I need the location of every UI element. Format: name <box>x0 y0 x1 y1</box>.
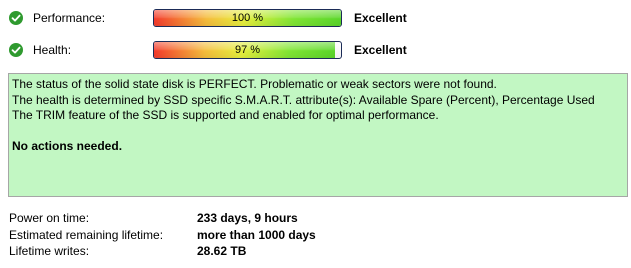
health-percent: 97 % <box>234 44 261 56</box>
health-label: Health: <box>33 43 72 57</box>
remaining-lifetime-value: more than 1000 days <box>197 228 316 242</box>
remaining-lifetime-label: Estimated remaining lifetime: <box>9 228 164 242</box>
status-line-health: The health is determined by SSD specific… <box>12 92 595 107</box>
lifetime-writes-value: 28.62 TB <box>197 244 247 258</box>
status-line-disk: The status of the solid state disk is PE… <box>12 77 497 91</box>
check-icon <box>9 43 23 57</box>
performance-rating: Excellent <box>354 11 407 25</box>
status-action: No actions needed. <box>12 138 123 153</box>
check-icon <box>9 11 23 25</box>
performance-bar: 100 % <box>153 9 342 27</box>
status-message-box[interactable]: The status of the solid state disk is PE… <box>8 73 628 197</box>
performance-label: Performance: <box>33 11 106 25</box>
performance-row: Performance: 100 % Excellent <box>0 9 631 33</box>
performance-percent: 100 % <box>231 12 264 24</box>
status-line-trim: The TRIM feature of the SSD is supported… <box>12 108 439 122</box>
health-bar: 97 % <box>153 41 342 59</box>
health-row: Health: 97 % Excellent <box>0 41 631 65</box>
health-rating: Excellent <box>354 43 407 57</box>
power-on-time-label: Power on time: <box>9 211 90 225</box>
lifetime-writes-label: Lifetime writes: <box>9 244 90 258</box>
power-on-time-value: 233 days, 9 hours <box>197 211 298 225</box>
